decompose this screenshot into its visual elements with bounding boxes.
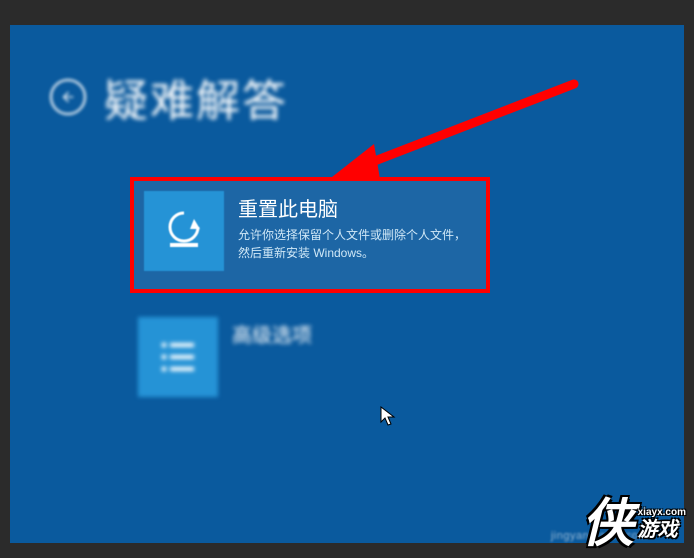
advanced-options-icon: [138, 317, 218, 397]
reset-icon: [144, 191, 224, 271]
back-arrow-icon: [60, 89, 76, 105]
logo-sub: 游戏: [638, 520, 686, 540]
tile-advanced-options[interactable]: 高级选项: [130, 309, 490, 405]
tile-title: 高级选项: [232, 319, 482, 348]
back-button[interactable]: [50, 79, 86, 115]
logo-url: xiayx.com: [638, 508, 686, 518]
options-list: 重置此电脑 允许你选择保留个人文件或删除个人文件，然后重新安装 Windows。: [130, 177, 684, 405]
site-logo: 侠 xiayx.com 游戏: [582, 498, 686, 550]
header: 疑难解答: [10, 25, 684, 129]
tile-text: 高级选项: [232, 317, 482, 352]
tile-desc: 允许你选择保留个人文件或删除个人文件，然后重新安装 Windows。: [238, 226, 474, 262]
page-title: 疑难解答: [104, 65, 288, 129]
winre-troubleshoot-screen: 疑难解答 重置此电脑 允许你选择保留个人文件或删除个人文件，然后重新安装 Win…: [10, 25, 684, 543]
tile-title: 重置此电脑: [238, 193, 474, 222]
tile-reset-pc[interactable]: 重置此电脑 允许你选择保留个人文件或删除个人文件，然后重新安装 Windows。: [130, 177, 490, 293]
cursor-icon: [380, 406, 396, 428]
tile-text: 重置此电脑 允许你选择保留个人文件或删除个人文件，然后重新安装 Windows。: [238, 191, 474, 262]
logo-main-char: 侠: [582, 498, 634, 550]
